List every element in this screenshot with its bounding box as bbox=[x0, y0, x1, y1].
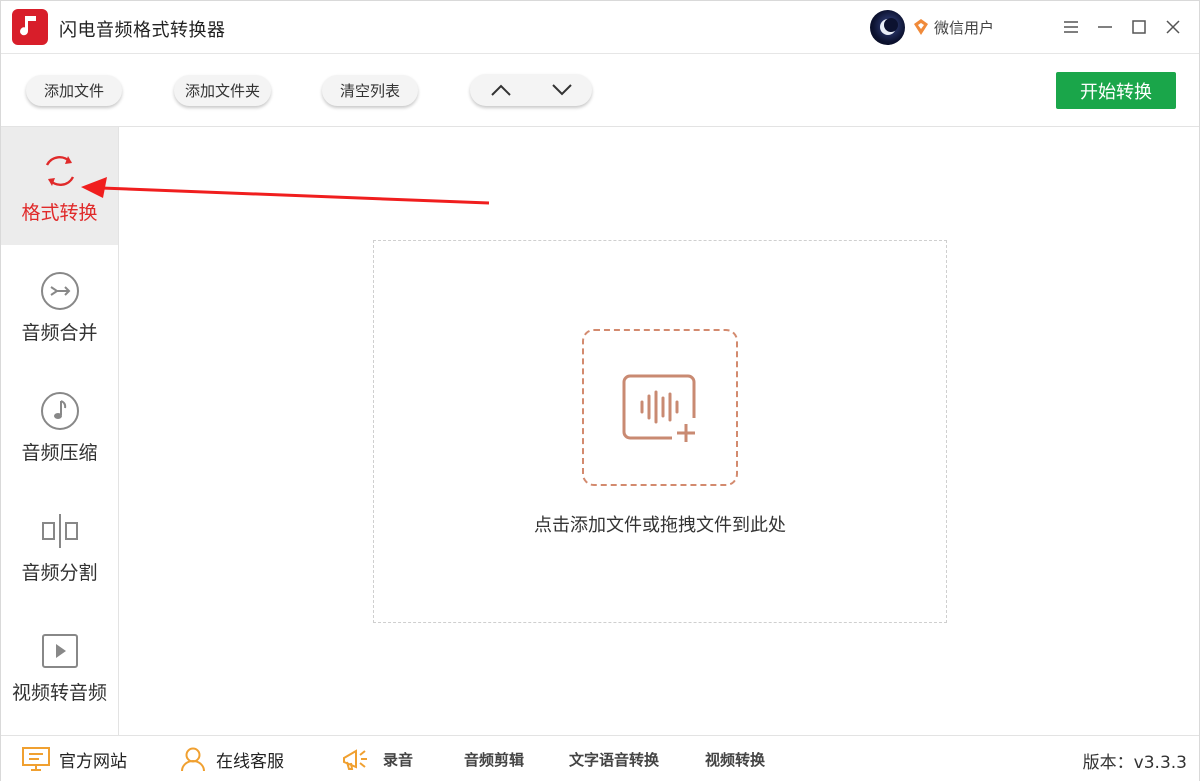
sidebar-item-label: 视频转音频 bbox=[11, 682, 107, 704]
sidebar-item-audio-split[interactable]: 音频分割 bbox=[1, 487, 118, 605]
video-convert-label: 视频转换 bbox=[705, 750, 766, 769]
sidebar: 格式转换 音频合并 音频压缩 音频分割 视频转音频 bbox=[1, 127, 119, 735]
app-window: 闪电音频格式转换器 微信用户 添加文件 添加文件夹 清空列表 开始转换 格式转换… bbox=[0, 0, 1200, 781]
record-link[interactable]: 录音 bbox=[339, 736, 413, 781]
chevron-up-icon bbox=[490, 84, 511, 96]
minimize-icon[interactable] bbox=[1091, 13, 1119, 41]
reorder-buttons bbox=[470, 74, 592, 106]
megaphone-icon bbox=[339, 745, 369, 773]
support-person-icon bbox=[178, 745, 208, 773]
sidebar-item-label: 音频压缩 bbox=[21, 442, 98, 464]
add-audio-icon bbox=[622, 374, 696, 442]
title-bar: 闪电音频格式转换器 微信用户 bbox=[1, 1, 1199, 54]
support-label: 在线客服 bbox=[216, 751, 284, 772]
vip-icon bbox=[914, 19, 928, 35]
sidebar-item-label: 音频合并 bbox=[21, 322, 98, 344]
bottom-bar: 官方网站 在线客服 录音 音频剪辑 文字语音转换 视频转换 版本：v3.3.3 bbox=[1, 735, 1199, 781]
online-support-link[interactable]: 在线客服 bbox=[178, 736, 284, 781]
audio-edit-link[interactable]: 音频剪辑 bbox=[464, 736, 524, 781]
record-label: 录音 bbox=[383, 750, 414, 769]
annotation-arrow bbox=[81, 177, 490, 205]
add-folder-button[interactable]: 添加文件夹 bbox=[174, 75, 271, 106]
close-icon[interactable] bbox=[1159, 13, 1187, 41]
monitor-icon bbox=[21, 745, 51, 773]
tts-label: 文字语音转换 bbox=[569, 750, 660, 769]
file-drop-area[interactable]: 点击添加文件或拖拽文件到此处 bbox=[373, 240, 947, 623]
sidebar-item-video-to-audio[interactable]: 视频转音频 bbox=[1, 607, 118, 725]
split-icon bbox=[40, 511, 80, 551]
audio-edit-label: 音频剪辑 bbox=[464, 750, 525, 769]
move-up-button[interactable] bbox=[470, 74, 531, 106]
start-convert-button[interactable]: 开始转换 bbox=[1056, 72, 1176, 109]
maximize-icon[interactable] bbox=[1125, 13, 1153, 41]
user-name[interactable]: 微信用户 bbox=[934, 17, 994, 38]
move-down-button[interactable] bbox=[531, 74, 592, 106]
add-audio-button[interactable] bbox=[582, 329, 738, 486]
drop-hint-text: 点击添加文件或拖拽文件到此处 bbox=[534, 515, 786, 536]
clear-list-button[interactable]: 清空列表 bbox=[322, 75, 418, 106]
music-note-icon bbox=[40, 391, 80, 431]
add-file-button[interactable]: 添加文件 bbox=[26, 75, 122, 106]
merge-icon bbox=[40, 271, 80, 311]
text-to-speech-link[interactable]: 文字语音转换 bbox=[569, 736, 659, 781]
refresh-icon bbox=[40, 151, 80, 191]
menu-icon[interactable] bbox=[1057, 13, 1085, 41]
sidebar-item-label: 音频分割 bbox=[21, 562, 98, 584]
toolbar: 添加文件 添加文件夹 清空列表 开始转换 bbox=[1, 55, 1199, 127]
video-convert-link[interactable]: 视频转换 bbox=[705, 736, 765, 781]
app-logo-icon bbox=[12, 9, 48, 45]
website-label: 官方网站 bbox=[59, 751, 127, 772]
sidebar-item-audio-compress[interactable]: 音频压缩 bbox=[1, 367, 118, 485]
avatar[interactable] bbox=[870, 10, 905, 45]
version-label: 版本：v3.3.3 bbox=[1082, 753, 1187, 773]
video-play-icon bbox=[40, 631, 80, 671]
official-website-link[interactable]: 官方网站 bbox=[21, 736, 127, 781]
sidebar-item-audio-merge[interactable]: 音频合并 bbox=[1, 247, 118, 365]
app-title: 闪电音频格式转换器 bbox=[59, 20, 226, 41]
chevron-down-icon bbox=[551, 84, 572, 96]
